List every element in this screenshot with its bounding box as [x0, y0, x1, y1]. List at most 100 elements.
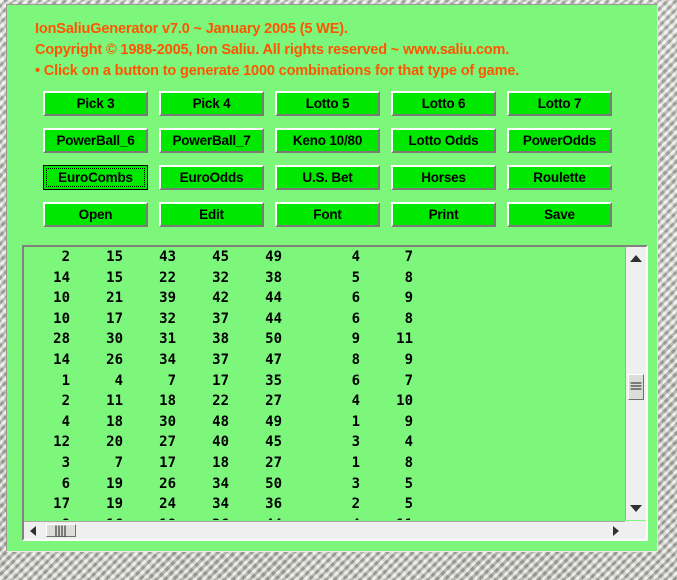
combination-cell: 9	[404, 290, 413, 307]
combination-cell: 22	[212, 393, 229, 410]
combination-cell: 22	[159, 269, 176, 286]
combination-cell: 26	[106, 351, 123, 368]
header-text-block: IonSaliuGenerator v7.0 ~ January 2005 (5…	[35, 19, 645, 82]
combination-cell: 6	[351, 372, 360, 389]
combination-cell: 44	[265, 310, 282, 327]
combination-cell: 27	[265, 454, 282, 471]
combination-cell: 5	[404, 475, 413, 492]
output-text-panel[interactable]: 2 15 43 45 49 4 7 14 15 22 32 38 5 8 10 21 39 42 44 6 9 10 17 3…	[22, 245, 648, 541]
combination-cell: 9	[351, 331, 360, 348]
combination-cell: 6	[61, 475, 70, 492]
combination-cell: 2	[351, 496, 360, 513]
combination-cell: 4	[282, 515, 360, 520]
table-row: 2 15 43 45 49 4 7	[24, 247, 413, 268]
lotto-6-button[interactable]: Lotto 6	[391, 91, 496, 116]
table-row: 2 11 18 22 27 4 10	[24, 391, 413, 412]
open-button[interactable]: Open	[43, 202, 148, 227]
horizontal-scroll-thumb[interactable]	[46, 524, 76, 537]
output-text-viewport[interactable]: 2 15 43 45 49 4 7 14 15 22 32 38 5 8 10 21 39 42 44 6 9 10 17 3…	[24, 247, 624, 520]
table-row: 12 20 27 40 45 3 4	[24, 432, 413, 453]
us-bet-button[interactable]: U.S. Bet	[275, 165, 380, 190]
combination-cell: 32	[159, 310, 176, 327]
combination-cell: 1	[351, 454, 360, 471]
powerball-6-button[interactable]: PowerBall_6	[43, 128, 148, 153]
combination-cell: 31	[159, 331, 176, 348]
combination-cell: 34	[212, 475, 229, 492]
combination-cell: 48	[212, 413, 229, 430]
roulette-button[interactable]: Roulette	[507, 165, 612, 190]
font-button[interactable]: Font	[275, 202, 380, 227]
lotto-5-button[interactable]: Lotto 5	[275, 91, 380, 116]
combination-cell: 2	[61, 393, 70, 410]
power-odds-button[interactable]: PowerOdds	[507, 128, 612, 153]
combination-cell: 8	[404, 269, 413, 286]
table-row: 14 26 34 37 47 8 9	[24, 350, 413, 371]
combination-cell: 40	[212, 434, 229, 451]
combination-cell: 38	[212, 331, 229, 348]
combination-cell: 18	[159, 393, 176, 410]
scroll-right-arrow[interactable]	[613, 525, 619, 536]
combination-cell: 39	[159, 290, 176, 307]
table-row: 14 15 22 32 38 5 8	[24, 268, 413, 289]
vertical-scrollbar[interactable]	[625, 247, 646, 520]
powerball-7-button[interactable]: PowerBall_7	[159, 128, 264, 153]
combination-cell: 9	[404, 351, 413, 368]
scrollbar-corner	[625, 521, 646, 539]
table-row: 17 19 24 34 36 2 5	[24, 494, 413, 515]
combination-cell: 26	[159, 475, 176, 492]
print-button[interactable]: Print	[391, 202, 496, 227]
combination-cell: 17	[212, 372, 229, 389]
combination-cell: 3	[351, 475, 360, 492]
keno-10-80-button[interactable]: Keno 10/80	[275, 128, 380, 153]
table-row: 3 7 17 18 27 1 8	[24, 453, 413, 474]
table-row: 28 30 31 38 50 9 11	[24, 329, 413, 350]
combination-cell: 49	[265, 249, 282, 265]
copyright-line: Copyright © 1988-2005, Ion Saliu. All ri…	[35, 42, 510, 58]
combination-cell: 17	[53, 496, 70, 513]
combination-cell: 7	[114, 454, 123, 471]
horizontal-scrollbar[interactable]	[24, 521, 625, 539]
combination-cell: 15	[106, 249, 123, 265]
horses-button[interactable]: Horses	[391, 165, 496, 190]
button-row-3: EuroCombs EuroOdds U.S. Bet Horses Roule…	[43, 165, 629, 190]
combination-cell: 4	[114, 372, 123, 389]
combination-cell: 17	[106, 310, 123, 327]
euro-odds-button[interactable]: EuroOdds	[159, 165, 264, 190]
pick-3-button[interactable]: Pick 3	[43, 91, 148, 116]
combination-cell: 32	[212, 269, 229, 286]
combination-cell: 4	[351, 393, 360, 410]
combination-cell: 9	[404, 413, 413, 430]
scroll-left-arrow[interactable]	[30, 525, 36, 536]
lotto-7-button[interactable]: Lotto 7	[507, 91, 612, 116]
combinations-table: 2 15 43 45 49 4 7 14 15 22 32 38 5 8 10 21 39 42 44 6 9 10 17 3…	[24, 247, 413, 520]
combination-cell: 43	[159, 249, 176, 265]
euro-combs-button[interactable]: EuroCombs	[43, 165, 148, 190]
combination-cell: 6	[351, 310, 360, 327]
combination-cell: 4	[61, 413, 70, 430]
table-row: 816182644411	[24, 515, 413, 520]
combination-cell: 5	[351, 269, 360, 286]
combination-cell: 21	[106, 290, 123, 307]
button-row-1: Pick 3 Pick 4 Lotto 5 Lotto 6 Lotto 7	[43, 91, 629, 116]
scroll-up-arrow[interactable]	[630, 255, 642, 262]
combination-cell: 28	[53, 331, 70, 348]
combination-cell: 27	[265, 393, 282, 410]
table-row: 10 21 39 42 44 6 9	[24, 288, 413, 309]
combination-cell: 45	[265, 434, 282, 451]
combination-cell: 26	[176, 515, 229, 520]
vertical-scroll-thumb[interactable]	[628, 374, 644, 400]
pick-4-button[interactable]: Pick 4	[159, 91, 264, 116]
combination-cell: 47	[265, 351, 282, 368]
table-row: 4 18 30 48 49 1 9	[24, 412, 413, 433]
table-row: 1 4 7 17 35 6 7	[24, 371, 413, 392]
combination-cell: 4	[351, 249, 360, 265]
save-button[interactable]: Save	[507, 202, 612, 227]
combination-cell: 8	[24, 515, 70, 520]
lotto-odds-button[interactable]: Lotto Odds	[391, 128, 496, 153]
scroll-down-arrow[interactable]	[630, 505, 642, 512]
edit-button[interactable]: Edit	[159, 202, 264, 227]
combination-cell: 50	[265, 475, 282, 492]
combination-cell: 1	[61, 372, 70, 389]
combination-cell: 11	[106, 393, 123, 410]
combination-cell: 44	[229, 515, 282, 520]
